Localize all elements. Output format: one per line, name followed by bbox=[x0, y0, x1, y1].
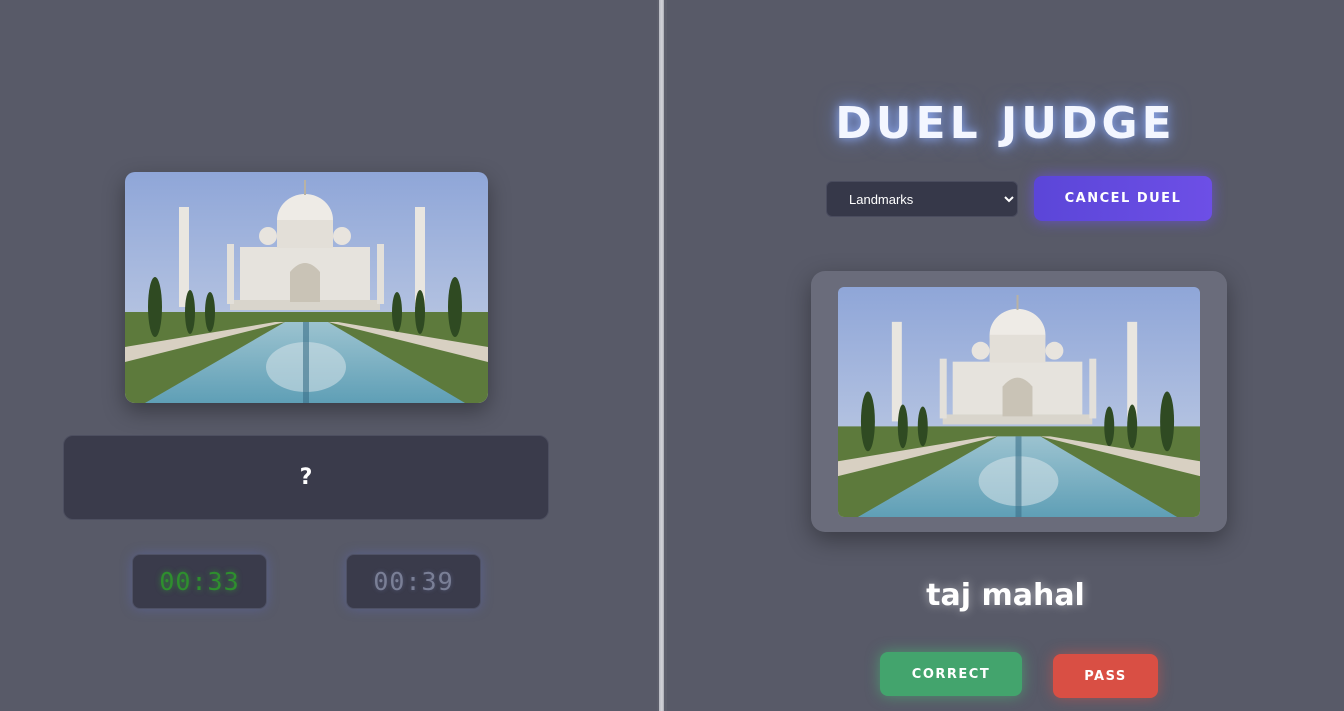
judge-panel: DUEL JUDGE Landmarks CANCEL DUEL taj mah… bbox=[667, 0, 1344, 711]
player-two-timer: 00:39 bbox=[346, 554, 481, 609]
taj-mahal-image bbox=[838, 287, 1200, 517]
cancel-duel-button[interactable]: CANCEL DUEL bbox=[1034, 176, 1212, 221]
split-divider[interactable] bbox=[657, 0, 667, 711]
correct-answer-text: taj mahal bbox=[926, 578, 1085, 613]
taj-mahal-image bbox=[125, 172, 488, 403]
answer-display: ? bbox=[63, 435, 549, 520]
pass-button[interactable]: PASS bbox=[1053, 654, 1158, 698]
category-select[interactable]: Landmarks bbox=[826, 181, 1018, 217]
player-one-timer: 00:33 bbox=[132, 554, 267, 609]
page-title: DUEL JUDGE bbox=[835, 98, 1176, 149]
correct-button[interactable]: CORRECT bbox=[880, 652, 1022, 696]
player-panel: ? 00:33 00:39 bbox=[0, 0, 657, 711]
landmark-image bbox=[125, 172, 488, 403]
landmark-image bbox=[838, 287, 1200, 517]
